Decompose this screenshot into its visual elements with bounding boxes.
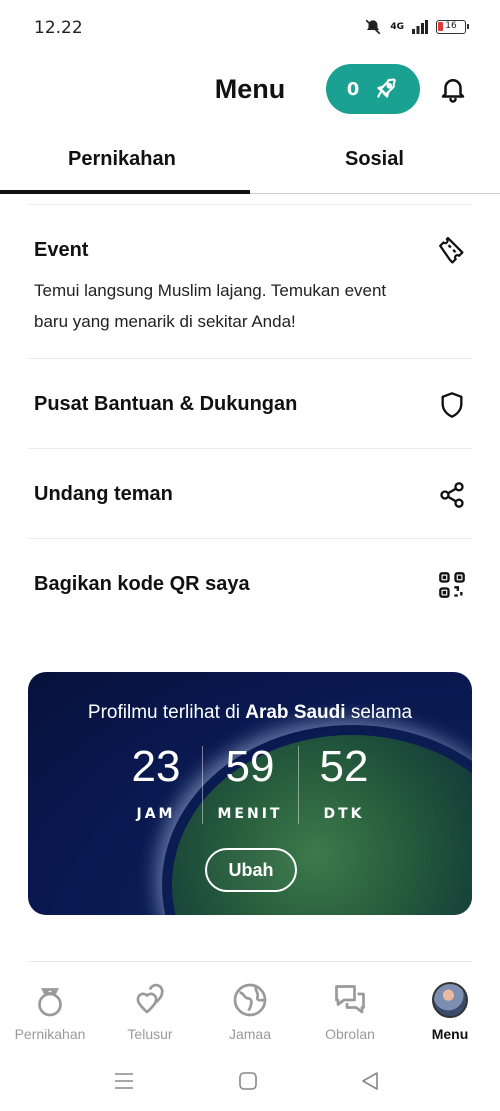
divider — [28, 961, 472, 962]
nav-label: Telusur — [127, 1026, 173, 1042]
tab-bar: Pernikahan Sosial — [0, 130, 500, 194]
visibility-promo-card: Profilmu terlihat di Arab Saudi selama 2… — [28, 672, 472, 915]
bell-icon[interactable] — [438, 74, 468, 104]
nav-item-telusur[interactable]: Telusur — [100, 978, 200, 1042]
countdown-seconds-value: 52 — [319, 742, 369, 791]
countdown-hours-label: JAM — [136, 806, 176, 822]
menu-item-invite[interactable]: Undang teman — [28, 448, 472, 538]
menu-item-title: Undang teman — [34, 483, 173, 505]
recents-icon[interactable] — [112, 1070, 136, 1092]
battery-level: 16 — [445, 21, 457, 31]
tab-indicator — [0, 190, 250, 194]
promo-text: Profilmu terlihat di Arab Saudi selama — [28, 702, 472, 724]
boost-count: 0 — [346, 78, 360, 100]
bottom-nav: Pernikahan Telusur Jamaa Obrolan Menu — [0, 978, 500, 1048]
status-icons: 4G 16 — [364, 18, 469, 36]
menu-item-description: Temui langsung Muslim lajang. Temukan ev… — [34, 281, 387, 331]
hearts-icon — [136, 983, 164, 1014]
shield-icon — [441, 392, 463, 418]
back-icon[interactable] — [358, 1070, 382, 1092]
promo-text-prefix: Profilmu terlihat di — [87, 702, 246, 723]
mute-icon — [366, 19, 381, 35]
countdown-minutes: 59 MENIT — [200, 742, 300, 822]
menu-item-qr[interactable]: Bagikan kode QR saya — [28, 538, 472, 628]
avatar — [432, 982, 468, 1018]
ticket-icon — [439, 237, 464, 264]
nav-label: Jamaa — [228, 1026, 272, 1042]
menu-item-title: Pusat Bantuan & Dukungan — [34, 393, 298, 415]
promo-text-suffix: selama — [345, 702, 413, 723]
menu-item-event[interactable]: Event Temui langsung Muslim lajang. Temu… — [28, 204, 472, 358]
share-icon — [440, 482, 464, 508]
nav-item-obrolan[interactable]: Obrolan — [300, 978, 400, 1042]
ring-icon — [38, 988, 62, 1017]
system-nav-bar — [0, 1062, 500, 1102]
nav-label: Pernikahan — [14, 1026, 86, 1042]
rocket-icon — [377, 78, 397, 98]
nav-label: Obrolan — [325, 1026, 375, 1042]
countdown-seconds-label: DTK — [323, 806, 365, 822]
nav-label: Menu — [431, 1026, 469, 1042]
status-time: 12.22 — [34, 18, 83, 38]
chat-icon — [335, 985, 365, 1014]
countdown: 23 JAM 59 MENIT 52 DTK — [28, 742, 472, 832]
tab-pernikahan[interactable]: Pernikahan — [68, 148, 176, 171]
menu-item-support[interactable]: Pusat Bantuan & Dukungan — [28, 358, 472, 448]
network-label: 4G — [390, 22, 404, 32]
globe-icon — [233, 983, 267, 1017]
signal-icon — [412, 20, 428, 34]
nav-item-pernikahan[interactable]: Pernikahan — [0, 978, 100, 1042]
countdown-minutes-value: 59 — [225, 742, 275, 791]
countdown-seconds: 52 DTK — [294, 742, 394, 822]
page-title: Menu — [214, 74, 286, 104]
change-country-button[interactable]: Ubah — [205, 848, 297, 892]
countdown-minutes-label: MENIT — [217, 806, 283, 822]
menu-item-title: Event — [34, 239, 89, 261]
menu-list: Event Temui langsung Muslim lajang. Temu… — [28, 204, 472, 628]
menu-item-title: Bagikan kode QR saya — [34, 573, 250, 595]
promo-country: Arab Saudi — [245, 702, 346, 723]
countdown-hours-value: 23 — [131, 742, 181, 791]
tab-sosial[interactable]: Sosial — [345, 148, 404, 171]
nav-item-menu[interactable]: Menu — [400, 978, 500, 1042]
header: Menu 0 — [0, 60, 500, 120]
battery-icon: 16 — [436, 20, 469, 34]
status-bar: 12.22 4G 16 — [0, 0, 500, 56]
boost-button[interactable]: 0 — [326, 64, 420, 114]
home-icon[interactable] — [236, 1070, 260, 1092]
qr-code-icon — [439, 572, 465, 598]
countdown-hours: 23 JAM — [106, 742, 206, 822]
nav-item-jamaa[interactable]: Jamaa — [200, 978, 300, 1042]
